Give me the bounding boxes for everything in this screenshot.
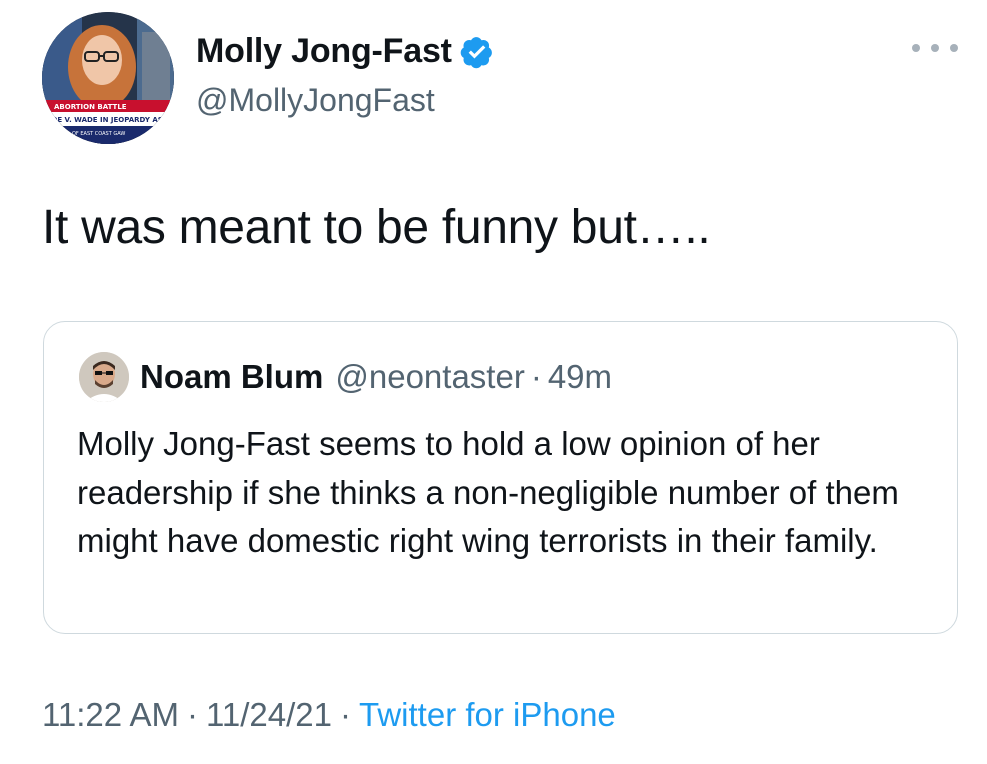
- verified-badge-icon: [460, 35, 494, 69]
- quoted-display-name[interactable]: Noam Blum: [140, 358, 323, 396]
- quoted-tweet[interactable]: Noam Blum @neontaster · 49m Molly Jong-F…: [43, 321, 958, 634]
- avatar-chyron-line-1: ABORTION BATTLE: [54, 103, 127, 111]
- quoted-timestamp: 49m: [547, 358, 613, 395]
- tweet-date: 11/24/21: [205, 696, 332, 733]
- quoted-author-avatar[interactable]: [79, 352, 129, 402]
- more-dot: [950, 44, 958, 52]
- author-avatar[interactable]: ABORTION BATTLE ROE V. WADE IN JEOPARDY …: [42, 12, 174, 144]
- more-dot: [931, 44, 939, 52]
- quoted-avatar-image: [79, 352, 129, 402]
- quoted-separator: ·: [530, 358, 542, 395]
- avatar-chyron-line-2: ROE V. WADE IN JEOPARDY AS TE: [46, 116, 174, 124]
- avatar-image: ABORTION BATTLE ROE V. WADE IN JEOPARDY …: [42, 12, 174, 144]
- tweet-footer: 11:22 AM · 11/24/21 · Twitter for iPhone: [42, 696, 616, 734]
- more-options-icon[interactable]: [912, 38, 958, 58]
- quoted-handle[interactable]: @neontaster: [335, 358, 524, 396]
- more-dot: [912, 44, 920, 52]
- avatar-chyron-line-3: OF EAST COAST GAW: [72, 131, 125, 137]
- author-handle[interactable]: @MollyJongFast: [196, 82, 435, 119]
- author-display-name[interactable]: Molly Jong-Fast: [196, 32, 452, 71]
- tweet-card: ABORTION BATTLE ROE V. WADE IN JEOPARDY …: [0, 0, 987, 764]
- author-name-row: Molly Jong-Fast: [196, 32, 494, 71]
- tweet-time: 11:22 AM: [42, 696, 179, 733]
- quoted-tweet-text: Molly Jong-Fast seems to hold a low opin…: [77, 425, 899, 559]
- tweet-text: It was meant to be funny but…..: [42, 201, 711, 254]
- footer-separator: ·: [186, 696, 198, 733]
- footer-separator: ·: [340, 696, 351, 733]
- tweet-source-link[interactable]: Twitter for iPhone: [359, 696, 616, 733]
- quoted-header: Noam Blum @neontaster · 49m: [140, 358, 612, 396]
